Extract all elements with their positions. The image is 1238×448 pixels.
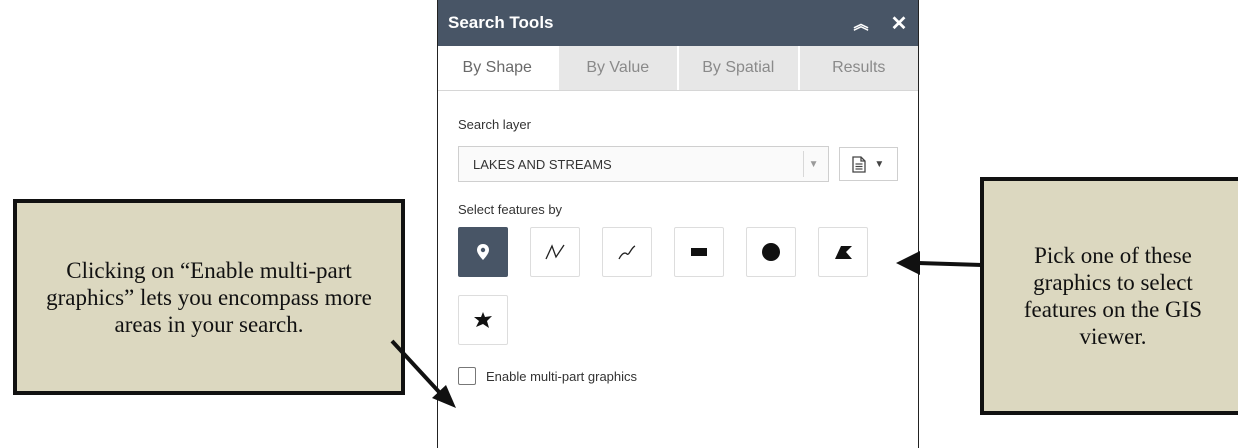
multipart-checkbox-label: Enable multi-part graphics	[486, 368, 638, 384]
freehand-polyline-icon	[618, 245, 636, 260]
search-tools-panel: Search Tools ︽ ✕ By Shape By Value By Sp…	[437, 0, 919, 448]
left-callout: Clicking on “Enable multi-part graphics”…	[13, 199, 405, 395]
tab-by-shape[interactable]: By Shape	[438, 46, 559, 90]
point-tool-button[interactable]	[458, 227, 508, 277]
right-callout-text: Pick one of these graphics to select fea…	[1023, 243, 1203, 349]
tab-bar: By Shape By Value By Spatial Results	[438, 46, 918, 91]
panel-titlebar: Search Tools ︽ ✕	[438, 0, 918, 46]
chevron-down-icon[interactable]: ▼	[802, 151, 824, 177]
draw-tools	[458, 227, 908, 363]
circle-tool-button[interactable]	[746, 227, 796, 277]
polygon-tool-button[interactable]	[818, 227, 868, 277]
document-icon	[852, 155, 866, 173]
multipart-checkbox[interactable]	[458, 367, 476, 385]
caret-down-icon: ▼	[874, 158, 885, 170]
search-layer-select[interactable]: LAKES AND STREAMS ▼	[458, 146, 829, 182]
point-icon	[477, 244, 489, 260]
polyline-icon	[545, 244, 565, 260]
polyline-tool-button[interactable]	[530, 227, 580, 277]
circle-icon	[762, 243, 780, 261]
search-layer-value: LAKES AND STREAMS	[473, 156, 612, 172]
freehand-polyline-tool-button[interactable]	[602, 227, 652, 277]
right-callout: Pick one of these graphics to select fea…	[980, 177, 1238, 415]
panel-content: Search layer LAKES AND STREAMS ▼ ▼ Selec…	[438, 91, 918, 397]
tab-results[interactable]: Results	[799, 46, 918, 90]
left-callout-text: Clicking on “Enable multi-part graphics”…	[46, 257, 372, 337]
search-layer-row: LAKES AND STREAMS ▼ ▼	[458, 146, 898, 182]
close-icon[interactable]: ✕	[884, 11, 914, 36]
collapse-icon[interactable]: ︽	[844, 13, 874, 34]
polygon-icon	[835, 246, 852, 259]
select-features-label: Select features by	[458, 202, 563, 217]
freehand-polygon-icon	[474, 312, 492, 328]
rectangle-icon	[691, 248, 707, 256]
tab-by-value[interactable]: By Value	[558, 46, 679, 90]
panel-title: Search Tools	[448, 13, 554, 32]
tab-by-spatial[interactable]: By Spatial	[679, 46, 800, 90]
multipart-row: Enable multi-part graphics	[458, 367, 898, 385]
rectangle-tool-button[interactable]	[674, 227, 724, 277]
layer-options-button[interactable]: ▼	[838, 147, 898, 181]
search-layer-label: Search layer	[458, 117, 531, 132]
freehand-polygon-tool-button[interactable]	[458, 295, 508, 345]
